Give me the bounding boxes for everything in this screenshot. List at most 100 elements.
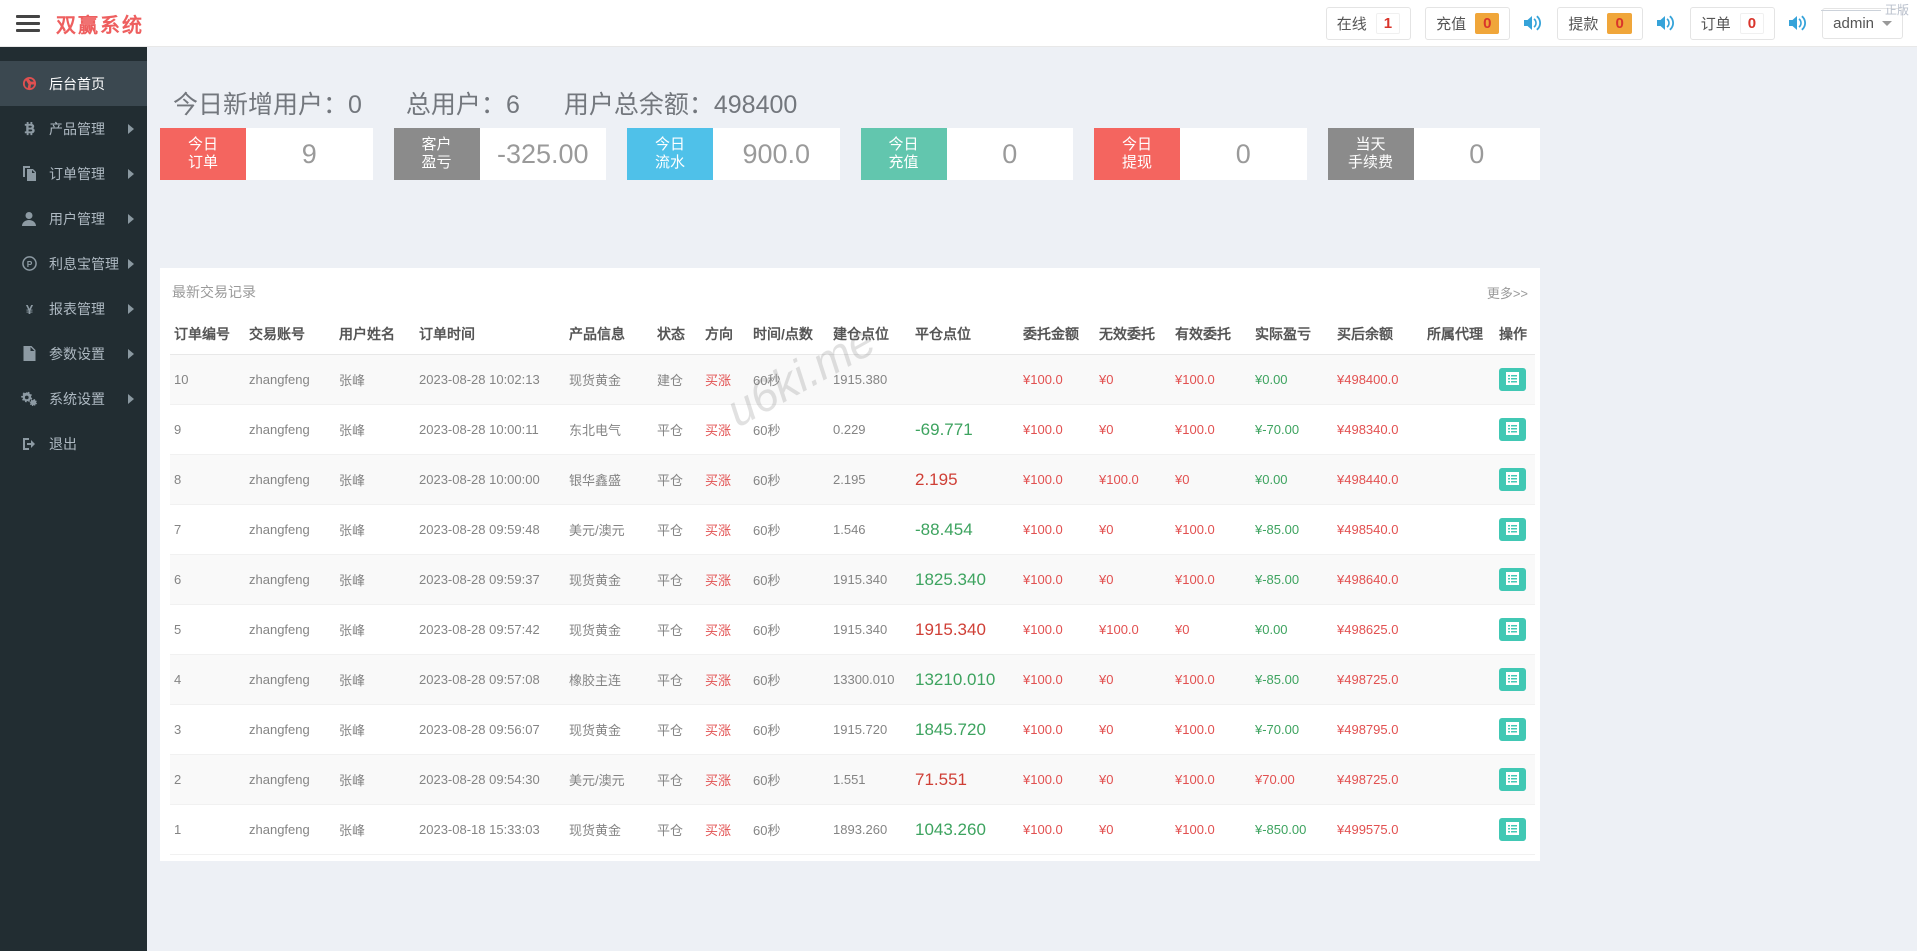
order-counter-label: 订单 [1700,15,1731,33]
row-detail-button[interactable] [1499,568,1526,591]
sidebar-item-params[interactable]: 参数设置 [0,331,147,376]
cell-balance: ¥498725.0 [1333,754,1423,805]
sidebar-item-interest[interactable]: P 利息宝管理 [0,241,147,286]
cell-time: 2023-08-18 15:33:03 [415,804,565,855]
order-sound-icon[interactable] [1789,15,1808,31]
col-duration: 时间/点数 [749,314,829,355]
list-icon [1506,621,1519,638]
cell-close: -69.771 [911,404,1019,455]
row-detail-button[interactable] [1499,618,1526,641]
sidebar-item-label: 参数设置 [49,345,105,362]
cell-agent [1423,504,1495,555]
cell-action [1495,454,1535,505]
new-users-label: 今日新增用户： [173,91,349,119]
withdraw-counter[interactable]: 提款 0 [1557,6,1643,40]
withdraw-counter-value: 0 [1607,12,1632,34]
sidebar-item-label: 报表管理 [49,300,105,317]
more-link[interactable]: 更多>> [1487,283,1528,302]
cell-valid: ¥100.0 [1171,404,1251,455]
cell-status: 平仓 [653,604,701,655]
cell-product: 美元/澳元 [565,504,653,555]
row-detail-button[interactable] [1499,768,1526,791]
cell-direction: 买涨 [701,454,749,505]
row-detail-button[interactable] [1499,468,1526,491]
table-row: 7 zhangfeng 张峰 2023-08-28 09:59:48 美元/澳元 平仓 买涨… [170,504,1535,555]
trades-table: 订单编号 交易账号 用户姓名 订单时间 产品信息 状态 方向 时间/点数 建仓点位 平仓点位 委托金… [170,314,1535,855]
cell-valid: ¥100.0 [1171,554,1251,605]
cell-product: 橡胶主连 [565,654,653,705]
list-icon [1506,671,1519,688]
table-row: 1 zhangfeng 张峰 2023-08-18 15:33:03 现货黄金 平仓 买涨 6… [170,804,1535,855]
stat-card-label: 今日 提现 [1094,128,1180,180]
row-detail-button[interactable] [1499,818,1526,841]
sidebar-item-orders[interactable]: 订单管理 [0,151,147,196]
recharge-sound-icon[interactable] [1524,15,1543,31]
cell-amount: ¥100.0 [1019,704,1095,755]
cell-close: -88.454 [911,504,1019,555]
cell-direction: 买涨 [701,804,749,855]
col-balance: 买后余额 [1333,314,1423,355]
cell-action [1495,654,1535,705]
sidebar-item-reports[interactable]: ¥ 报表管理 [0,286,147,331]
top-header: 双赢系统 在线 1 充值 0 提款 0 订单 0 admin [0,0,1917,47]
cell-id: 3 [170,704,245,755]
cell-product: 现货黄金 [565,604,653,655]
cell-time: 2023-08-28 10:00:11 [415,404,565,455]
row-detail-button[interactable] [1499,668,1526,691]
cell-amount: ¥100.0 [1019,454,1095,505]
cell-account: zhangfeng [245,804,335,855]
cell-amount: ¥100.0 [1019,754,1095,805]
table-row: 10 zhangfeng 张峰 2023-08-28 10:02:13 现货黄金 建仓 买涨… [170,354,1535,405]
row-detail-button[interactable] [1499,518,1526,541]
cell-profit: ¥-85.00 [1251,654,1333,705]
cell-product: 东北电气 [565,404,653,455]
cell-amount: ¥100.0 [1019,354,1095,405]
app-title: 双赢系统 [56,14,144,37]
table-row: 9 zhangfeng 张峰 2023-08-28 10:00:11 东北电气 平仓 买涨 6… [170,404,1535,455]
logout-icon [20,437,38,451]
total-users-value: 6 [505,91,520,119]
version-watermark: 正版 [1821,1,1909,18]
recharge-counter-value: 0 [1475,12,1500,34]
sidebar-item-label: 系统设置 [49,390,105,407]
cell-id: 5 [170,604,245,655]
sidebar-item-label: 产品管理 [49,120,105,137]
sidebar-item-products[interactable]: 产品管理 [0,106,147,151]
row-detail-button[interactable] [1499,418,1526,441]
sidebar-item-system[interactable]: 系统设置 [0,376,147,421]
sidebar-item-users[interactable]: 用户管理 [0,196,147,241]
cell-time: 2023-08-28 09:57:08 [415,654,565,705]
row-detail-button[interactable] [1499,368,1526,391]
cell-direction: 买涨 [701,404,749,455]
col-product: 产品信息 [565,314,653,355]
online-counter[interactable]: 在线 1 [1325,6,1412,40]
cell-balance: ¥499575.0 [1333,804,1423,855]
cell-id: 4 [170,654,245,705]
cell-agent [1423,654,1495,705]
order-counter[interactable]: 订单 0 [1689,6,1776,40]
stat-card-value: 900.0 [713,128,840,180]
cell-profit: ¥-70.00 [1251,704,1333,755]
withdraw-sound-icon[interactable] [1656,15,1676,31]
cell-duration: 60秒 [749,504,829,555]
list-icon [1506,821,1519,838]
table-row: 4 zhangfeng 张峰 2023-08-28 09:57:08 橡胶主连 平仓 买涨 6… [170,654,1535,705]
cell-close: 1043.260 [911,804,1019,855]
cell-balance: ¥498400.0 [1333,354,1423,405]
cell-invalid: ¥0 [1095,754,1171,805]
cell-close [911,354,1019,405]
hamburger-menu-icon[interactable] [16,11,40,36]
cell-duration: 60秒 [749,604,829,655]
recharge-counter[interactable]: 充值 0 [1425,6,1511,40]
cell-action [1495,604,1535,655]
cell-agent [1423,554,1495,605]
cell-status: 平仓 [653,654,701,705]
sidebar-item-home[interactable]: 后台首页 [0,61,147,106]
col-direction: 方向 [701,314,749,355]
col-status: 状态 [653,314,701,355]
row-detail-button[interactable] [1499,718,1526,741]
cell-name: 张峰 [335,804,415,855]
bitcoin-icon [20,121,38,136]
sidebar-item-logout[interactable]: 退出 [0,421,147,466]
table-row: 3 zhangfeng 张峰 2023-08-28 09:56:07 现货黄金 平仓 买涨 6… [170,704,1535,755]
